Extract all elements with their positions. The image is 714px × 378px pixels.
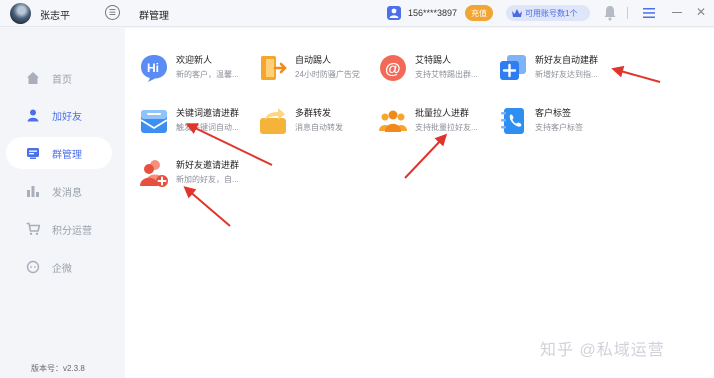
cart-icon: [26, 222, 40, 235]
crown-icon: [512, 8, 522, 17]
close-icon[interactable]: ✕: [696, 6, 706, 18]
sidebar-item-label: 首页: [52, 74, 72, 86]
annotation-arrows: [183, 65, 661, 227]
account-count-label: 可用账号数1个: [525, 8, 578, 18]
divider: [627, 7, 628, 19]
sidebar-item-points[interactable]: 积分运营: [6, 213, 112, 245]
sidebar-item-add-friend[interactable]: 加好友: [6, 99, 112, 131]
sidebar-item-group-manage[interactable]: 群管理: [6, 137, 112, 169]
arrow-to-keyword-invite: [185, 123, 273, 166]
version-label: 版本号：v2.3.8: [31, 364, 85, 373]
page-title: 群管理: [139, 11, 169, 22]
bar-chart-icon: [27, 186, 39, 197]
avatar[interactable]: [10, 3, 31, 24]
watermark: 知乎 @私域运营: [540, 342, 665, 359]
recharge-button[interactable]: 充值: [465, 5, 493, 21]
collapse-menu-icon[interactable]: ☰: [105, 5, 120, 20]
person-icon: [27, 109, 39, 122]
top-bar: 张志平 ☰ 群管理 156****3897 充值 可用账号数1个 ✕: [0, 0, 714, 27]
group-manage-icon: [27, 148, 39, 159]
sidebar-item-label: 积分运营: [52, 225, 92, 237]
sidebar-item-wecom[interactable]: 企微: [6, 251, 112, 283]
arrow-to-new-friend-invite: [183, 186, 231, 227]
arrow-to-batch-pull: [404, 133, 448, 179]
user-icon: [387, 6, 401, 20]
minimize-icon[interactable]: [672, 12, 682, 13]
sidebar-item-label: 发消息: [52, 187, 82, 199]
sidebar-item-label: 加好友: [52, 111, 82, 123]
phone-number: 156****3897: [408, 8, 458, 18]
sidebar-item-home[interactable]: 首页: [6, 62, 112, 94]
arrow-to-new-friend-auto-group: [611, 65, 661, 83]
chat-icon: [26, 260, 40, 274]
sidebar-item-label: 企微: [52, 263, 72, 275]
username: 张志平: [40, 11, 70, 22]
main-panel: Hi 欢迎新人 新的客户，温馨... 自动踢人 24小时防骚广告党 @ 艾特踢人…: [125, 28, 714, 378]
sidebar: 首页 加好友 群管理 发消息 积分运营 企微 版本号：v2.3.8: [0, 28, 122, 378]
sidebar-item-send-message[interactable]: 发消息: [6, 175, 112, 207]
account-count-badge[interactable]: 可用账号数1个: [506, 5, 590, 21]
bell-icon[interactable]: [603, 5, 617, 21]
sidebar-item-label: 群管理: [52, 149, 82, 161]
home-icon: [27, 72, 39, 84]
menu-icon[interactable]: [643, 8, 655, 18]
